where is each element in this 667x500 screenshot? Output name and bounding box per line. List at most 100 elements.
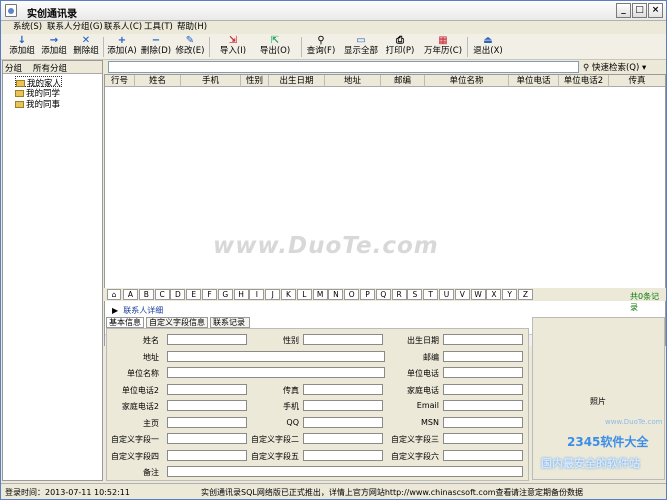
field-input[interactable] (443, 400, 523, 411)
group-item-classmates[interactable]: 我的同学 (15, 87, 60, 99)
field-input[interactable] (443, 383, 523, 395)
letter-o[interactable]: O (344, 289, 360, 300)
field-input[interactable] (167, 334, 247, 345)
field-input[interactable] (303, 449, 383, 461)
all-groups-label[interactable]: 所有分组 (33, 62, 67, 74)
exit-button[interactable]: ⏏ 退出(X) (471, 35, 505, 59)
home-icon[interactable]: ⌂ (107, 289, 121, 300)
letter-j[interactable]: J (265, 289, 281, 300)
letter-b[interactable]: B (138, 289, 154, 300)
letter-q[interactable]: Q (375, 289, 391, 300)
window-title: 实创通讯录 (27, 9, 77, 20)
col-header[interactable]: 传真 (609, 75, 665, 87)
menu-help[interactable]: 帮助(H) (177, 21, 207, 34)
letter-k[interactable]: K (281, 289, 296, 300)
col-header[interactable]: 出生日期 (269, 75, 325, 87)
letter-e[interactable]: E (186, 289, 202, 300)
letter-c[interactable]: C (154, 289, 170, 300)
add-group-button[interactable]: ↓ 添加组 (7, 35, 37, 59)
letter-n[interactable]: N (328, 289, 344, 300)
col-header[interactable]: 单位电话 (509, 75, 559, 87)
field-input[interactable] (443, 367, 523, 378)
tab-basic-info[interactable]: 基本信息 (106, 317, 144, 328)
col-header[interactable]: 邮编 (381, 75, 425, 87)
field-input[interactable] (303, 416, 383, 428)
col-header[interactable]: 单位名称 (425, 75, 509, 87)
export-button[interactable]: ⇱ 导出(O) (257, 35, 293, 59)
col-header[interactable]: 单位电话2 (559, 75, 609, 87)
letter-y[interactable]: Y (502, 289, 518, 300)
print-button[interactable]: ⎙ 打印(P) (383, 35, 417, 59)
add-contact-button[interactable]: + 添加(A) (106, 35, 138, 59)
field-input[interactable] (167, 383, 247, 395)
letter-z[interactable]: Z (518, 289, 533, 300)
letter-r[interactable]: R (391, 289, 407, 300)
col-header[interactable]: 姓名 (135, 75, 181, 87)
letter-s[interactable]: S (407, 289, 423, 300)
import-icon: ⇲ (228, 35, 238, 46)
letter-g[interactable]: G (217, 289, 233, 300)
field-input[interactable] (443, 334, 523, 345)
delete-contact-button[interactable]: − 删除(D) (140, 35, 172, 59)
toolbar-separator (301, 37, 302, 57)
field-input[interactable] (443, 433, 523, 444)
edit-contact-button[interactable]: ✎ 修改(E) (174, 35, 206, 59)
letter-m[interactable]: M (312, 289, 328, 300)
letter-p[interactable]: P (360, 289, 375, 300)
field-input[interactable] (303, 400, 383, 411)
field-input[interactable] (167, 433, 247, 444)
letter-f[interactable]: F (202, 289, 217, 300)
tab-custom-fields[interactable]: 自定义字段信息 (146, 317, 208, 328)
menu-group[interactable]: 联系人分组(G) (47, 21, 103, 34)
field-input[interactable] (167, 466, 523, 477)
field-label: 自定义字段一 (111, 435, 159, 444)
show-all-button[interactable]: ▭ 显示全部 (341, 35, 381, 59)
add-group-button-2[interactable]: → 添加组 (39, 35, 69, 59)
group-item-colleagues[interactable]: 我的同事 (15, 98, 60, 110)
menu-contact[interactable]: 联系人(C) (104, 21, 142, 34)
field-input[interactable] (443, 416, 523, 428)
menu-system[interactable]: 系统(S) (13, 21, 42, 34)
letter-u[interactable]: U (439, 289, 454, 300)
field-input[interactable] (443, 449, 523, 461)
delete-group-button[interactable]: ✕ 删除组 (71, 35, 101, 59)
letter-h[interactable]: H (233, 289, 249, 300)
detail-title[interactable]: ▶ 联系人详细 (112, 305, 163, 316)
letter-d[interactable]: D (170, 289, 186, 300)
col-header[interactable]: 行号 (105, 75, 135, 87)
menu-tools[interactable]: 工具(T) (144, 21, 173, 34)
letter-t[interactable]: T (423, 289, 439, 300)
col-header[interactable]: 地址 (325, 75, 381, 87)
field-input[interactable] (303, 433, 383, 444)
brand-slogan: 国内最安全的软件站 (541, 457, 640, 470)
field-input[interactable] (167, 367, 385, 378)
letter-a[interactable]: A (123, 289, 138, 300)
letter-l[interactable]: L (296, 289, 312, 300)
close-button[interactable]: × (648, 3, 663, 18)
col-header[interactable]: 性别 (241, 75, 269, 87)
letter-v[interactable]: V (454, 289, 470, 300)
search-button[interactable]: ⚲ 查询(F) (305, 35, 337, 59)
field-input[interactable] (167, 350, 385, 362)
search-input[interactable] (108, 61, 579, 73)
maximize-button[interactable]: □ (632, 3, 647, 18)
quick-search-button[interactable]: ⚲ 快速检索(Q) ▾ (583, 61, 646, 73)
menu-bar: 系统(S) 联系人分组(G) 联系人(C) 工具(T) 帮助(H) (1, 21, 666, 34)
letter-w[interactable]: W (470, 289, 486, 300)
field-input[interactable] (167, 449, 247, 461)
import-button[interactable]: ⇲ 导入(I) (215, 35, 251, 59)
col-header[interactable]: 手机 (181, 75, 241, 87)
calendar-button[interactable]: ▦ 万年历(C) (423, 35, 463, 59)
field-input[interactable] (303, 334, 383, 345)
minimize-button[interactable]: _ (616, 3, 631, 18)
field-input[interactable] (167, 416, 247, 428)
title-bar: 实创通讯录 _ □ × (1, 1, 666, 21)
site-watermark: www.DuoTe.com (605, 418, 663, 426)
field-input[interactable] (167, 400, 247, 411)
group-item-family[interactable]: 我的家人 (15, 76, 63, 89)
letter-i[interactable]: I (249, 289, 265, 300)
field-input[interactable] (443, 350, 523, 362)
letter-x[interactable]: X (486, 289, 502, 300)
field-input[interactable] (303, 383, 383, 395)
tab-contact-log[interactable]: 联系记录 (210, 317, 250, 328)
